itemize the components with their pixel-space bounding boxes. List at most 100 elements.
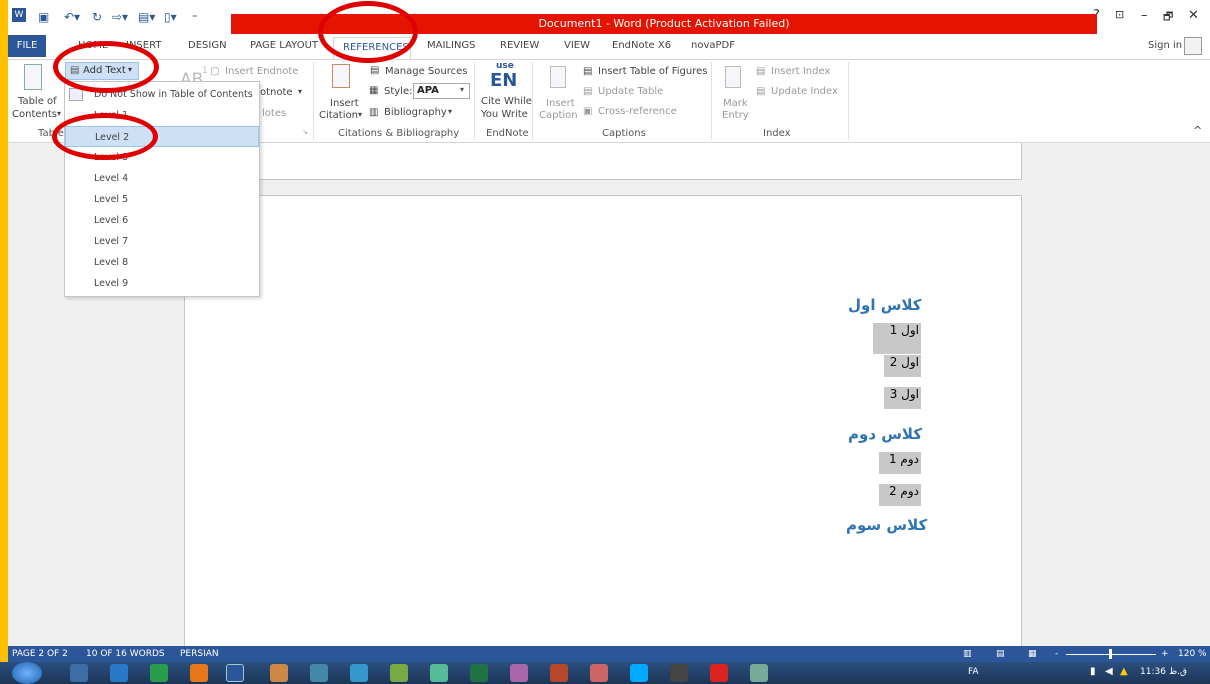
footnotes-launcher-icon[interactable]: ↘ [302,128,308,136]
menu-item-level-7[interactable]: Level 7 [65,231,259,252]
menu-item-level-4[interactable]: Level 4 [65,168,259,189]
menu-item-level-9[interactable]: Level 9 [65,273,259,294]
insert-citation-line2[interactable]: Citation [319,110,358,121]
bibliography-arrow-icon[interactable]: ▾ [448,107,452,116]
update-index-button[interactable]: Update Index [771,86,838,97]
insert-citation-line1[interactable]: Insert [330,98,359,109]
collapse-ribbon-icon[interactable]: ^ [1193,124,1202,137]
menu-item-level-6[interactable]: Level 6 [65,210,259,231]
show-notes-button[interactable]: lotes [262,108,286,119]
zoom-out-button[interactable]: - [1055,649,1058,659]
word-app-icon[interactable]: W [12,8,26,22]
toc-button-line2[interactable]: Contents [12,109,57,120]
open-doc-icon[interactable]: ▯▾ [164,10,177,24]
insert-endnote-button[interactable]: Insert Endnote [225,66,298,77]
zoom-slider-thumb[interactable] [1109,649,1112,659]
mark-entry-line2[interactable]: Entry [722,110,749,121]
tab-view[interactable]: VIEW [564,40,590,51]
zoom-level[interactable]: 120 % [1178,649,1207,659]
ie-icon[interactable] [110,664,128,682]
word-count[interactable]: 10 OF 16 WORDS [86,649,165,659]
bibliography-button[interactable]: Bibliography [384,107,447,118]
toc-button-line1[interactable]: Table of [18,96,57,107]
menu-item-level-5[interactable]: Level 5 [65,189,259,210]
input-language[interactable]: FA [968,667,979,677]
excel-icon[interactable] [470,664,488,682]
avatar-icon[interactable] [1184,37,1202,55]
next-footnote-arrow-icon[interactable]: ▾ [298,87,302,96]
undo-icon[interactable]: ↶▾ [64,10,80,24]
customize-qat-icon[interactable]: ₌ [192,10,197,21]
tab-review[interactable]: REVIEW [500,40,539,51]
list-item[interactable]: اول 3 [884,387,921,409]
app-icon[interactable] [270,664,288,682]
minimize-button[interactable]: – [1141,8,1148,23]
endnote-icon[interactable]: ▢ [210,66,219,77]
warning-icon[interactable]: ▲ [1120,666,1128,677]
cite-while-you-write-line2[interactable]: You Write [481,109,528,120]
tab-novapdf[interactable]: novaPDF [691,40,735,51]
save-icon[interactable]: ▣ [38,10,49,24]
firefox-icon[interactable] [190,664,208,682]
start-button-icon[interactable] [12,662,42,684]
zoom-in-button[interactable]: + [1161,649,1169,659]
close-button[interactable]: ✕ [1188,8,1199,23]
print-layout-icon[interactable]: ▤ [996,649,1005,659]
sign-in-link[interactable]: Sign in [1148,40,1182,51]
menu-item-level-8[interactable]: Level 8 [65,252,259,273]
toc-arrow-icon[interactable]: ▾ [57,109,61,118]
redo-icon[interactable]: ↻ [92,10,102,24]
next-footnote-button[interactable]: otnote [260,87,293,98]
word-taskbar-icon[interactable] [226,664,244,682]
restore-button[interactable]: 🗗 [1163,8,1173,27]
clock[interactable]: 11:36 ق.ظ [1140,667,1187,677]
insert-citation-arrow-icon[interactable]: ▾ [358,110,362,119]
explorer-icon[interactable] [70,664,88,682]
heading-class-3[interactable]: کلاس سوم [846,516,927,534]
acrobat-icon[interactable] [710,664,728,682]
tab-page-layout[interactable]: PAGE LAYOUT [250,40,318,51]
list-item[interactable]: اول 2 [884,355,921,377]
ribbon-display-options-icon[interactable]: ⊡ [1115,8,1124,21]
app-icon[interactable] [750,664,768,682]
app-icon[interactable] [590,664,608,682]
touch-mode-icon[interactable]: ⇨▾ [112,10,128,24]
list-item[interactable]: اول 1 [873,323,921,354]
tab-endnote[interactable]: EndNote X6 [612,40,671,51]
insert-index-button[interactable]: Insert Index [771,66,830,77]
app-icon[interactable] [350,664,368,682]
volume-icon[interactable]: ◀ [1105,666,1113,677]
page-1-bottom [184,143,1022,180]
insert-table-of-figures-button[interactable]: Insert Table of Figures [598,66,707,77]
app-icon[interactable] [390,664,408,682]
heading-class-1[interactable]: کلاس اول [848,296,922,314]
app-icon[interactable] [630,664,648,682]
update-table-button[interactable]: Update Table [598,86,663,97]
web-layout-icon[interactable]: ▦ [1028,649,1037,659]
read-mode-icon[interactable]: ▥ [963,649,972,659]
language-indicator[interactable]: PERSIAN [180,649,219,659]
chrome-icon[interactable] [150,664,168,682]
insert-caption-line2[interactable]: Caption [539,110,578,121]
table-of-figures-icon: ▤ [583,66,593,77]
new-doc-icon[interactable]: ▤▾ [138,10,155,24]
insert-caption-line1[interactable]: Insert [546,98,575,109]
heading-class-2[interactable]: کلاس دوم [848,425,922,443]
cross-reference-button[interactable]: Cross-reference [598,106,677,117]
network-icon[interactable]: ▮ [1090,666,1096,677]
cite-while-you-write-line1[interactable]: Cite While [481,96,532,107]
tab-mailings[interactable]: MAILINGS [427,40,476,51]
list-item[interactable]: دوم 1 [879,452,921,474]
tab-design[interactable]: DESIGN [188,40,227,51]
app-icon[interactable] [670,664,688,682]
style-select[interactable]: APA ▾ [413,83,470,99]
manage-sources-button[interactable]: Manage Sources [385,66,467,77]
mark-entry-line1[interactable]: Mark [723,98,748,109]
app-icon[interactable] [430,664,448,682]
tab-file[interactable]: FILE [8,35,46,57]
powerpoint-icon[interactable] [550,664,568,682]
app-icon[interactable] [310,664,328,682]
page-count[interactable]: PAGE 2 OF 2 [12,649,68,659]
app-icon[interactable] [510,664,528,682]
list-item[interactable]: دوم 2 [879,484,921,506]
